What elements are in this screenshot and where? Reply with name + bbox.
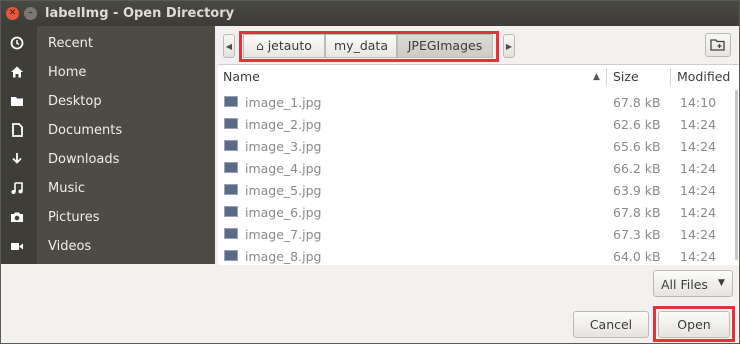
sidebar-item-downloads[interactable]: Downloads	[1, 146, 215, 175]
file-size: 67.3 kB	[613, 227, 661, 242]
column-header-modified[interactable]: Modified	[677, 65, 730, 89]
path-forward-arrow-icon[interactable]: ▶	[503, 34, 515, 58]
column-separator	[670, 68, 671, 86]
window-title: labelImg - Open Directory	[45, 6, 235, 21]
image-file-icon	[224, 228, 238, 239]
table-row[interactable]: image_3.jpg 65.6 kB 14:24	[218, 135, 739, 157]
column-header-size[interactable]: Size	[613, 65, 639, 89]
table-row[interactable]: image_6.jpg 67.8 kB 14:24	[218, 201, 739, 223]
file-name: image_5.jpg	[245, 183, 322, 198]
file-name: image_6.jpg	[245, 205, 322, 220]
folder-icon	[9, 94, 25, 110]
sidebar-item-label: Desktop	[48, 94, 102, 109]
table-row[interactable]: image_5.jpg 63.9 kB 14:24	[218, 179, 739, 201]
image-file-icon	[224, 184, 238, 195]
file-name: image_4.jpg	[245, 161, 322, 176]
file-modified: 14:24	[680, 227, 717, 242]
sidebar-item-label: Home	[48, 65, 87, 80]
new-folder-icon	[710, 39, 725, 51]
sidebar-item-label: Recent	[48, 36, 93, 51]
file-size: 66.2 kB	[613, 161, 661, 176]
table-row[interactable]: image_4.jpg 66.2 kB 14:24	[218, 157, 739, 179]
file-size: 63.9 kB	[613, 183, 661, 198]
titlebar: ✕ – labelImg - Open Directory	[1, 1, 739, 26]
sidebar-item-home[interactable]: Home	[1, 59, 215, 88]
open-directory-dialog: ✕ – labelImg - Open Directory Recent Hom…	[0, 0, 740, 344]
video-icon	[9, 239, 25, 255]
close-icon[interactable]: ✕	[6, 7, 19, 20]
sidebar-item-desktop[interactable]: Desktop	[1, 88, 215, 117]
file-size: 65.6 kB	[613, 139, 661, 154]
image-file-icon	[224, 206, 238, 217]
sidebar-item-music[interactable]: Music	[1, 175, 215, 204]
file-modified: 14:24	[680, 117, 717, 132]
sidebar-item-label: Music	[48, 181, 85, 196]
sidebar-item-label: Documents	[48, 123, 123, 138]
clock-icon	[9, 36, 25, 52]
file-modified: 14:24	[680, 161, 717, 176]
home-icon	[9, 65, 25, 81]
file-filter-dropdown[interactable]: All Files ▼	[653, 270, 733, 297]
camera-icon	[9, 210, 25, 226]
sidebar-item-videos[interactable]: Videos	[1, 233, 215, 262]
file-modified: 14:24	[680, 205, 717, 220]
file-modified: 14:24	[680, 249, 717, 264]
document-icon	[9, 123, 25, 139]
image-file-icon	[224, 140, 238, 151]
minimize-icon[interactable]: –	[24, 7, 37, 20]
new-folder-button[interactable]	[705, 33, 731, 57]
download-icon	[9, 152, 25, 168]
table-row[interactable]: image_7.jpg 67.3 kB 14:24	[218, 223, 739, 245]
sidebar-item-pictures[interactable]: Pictures	[1, 204, 215, 233]
column-header-name[interactable]: Name	[223, 65, 260, 89]
places-sidebar: Recent Home Desktop Documents Downloads	[1, 26, 215, 264]
sidebar-item-recent[interactable]: Recent	[1, 30, 215, 59]
file-list-scrollbar[interactable]	[735, 90, 738, 260]
file-size: 67.8 kB	[613, 205, 661, 220]
path-back-arrow-icon[interactable]: ◀	[223, 34, 235, 58]
file-modified: 14:10	[680, 95, 717, 110]
file-modified: 14:24	[680, 139, 717, 154]
file-filter-label: All Files	[661, 277, 708, 292]
image-file-icon	[224, 118, 238, 129]
sidebar-item-label: Downloads	[48, 152, 120, 167]
path-highlight-box	[239, 31, 499, 62]
sort-ascending-icon: ▲	[593, 72, 600, 82]
file-size: 64.0 kB	[613, 249, 661, 264]
image-file-icon	[224, 96, 238, 107]
file-modified: 14:24	[680, 183, 717, 198]
open-highlight-box	[653, 306, 735, 342]
file-name: image_1.jpg	[245, 95, 322, 110]
sidebar-item-label: Videos	[48, 239, 92, 254]
file-list: Name ▲ Size Modified image_1.jpg 67.8 kB…	[218, 64, 739, 265]
file-name: image_3.jpg	[245, 139, 322, 154]
table-row[interactable]: image_1.jpg 67.8 kB 14:10	[218, 91, 739, 113]
music-icon	[9, 181, 25, 197]
sidebar-item-label: Pictures	[48, 210, 100, 225]
chevron-down-icon: ▼	[718, 278, 725, 288]
image-file-icon	[224, 250, 238, 261]
sidebar-item-documents[interactable]: Documents	[1, 117, 215, 146]
file-name: image_8.jpg	[245, 249, 322, 264]
table-row[interactable]: image_2.jpg 62.6 kB 14:24	[218, 113, 739, 135]
file-name: image_2.jpg	[245, 117, 322, 132]
file-size: 67.8 kB	[613, 95, 661, 110]
file-size: 62.6 kB	[613, 117, 661, 132]
file-name: image_7.jpg	[245, 227, 322, 242]
cancel-button[interactable]: Cancel	[573, 311, 649, 338]
column-separator	[606, 68, 607, 86]
image-file-icon	[224, 162, 238, 173]
table-row[interactable]: image_8.jpg 64.0 kB 14:24	[218, 245, 739, 267]
